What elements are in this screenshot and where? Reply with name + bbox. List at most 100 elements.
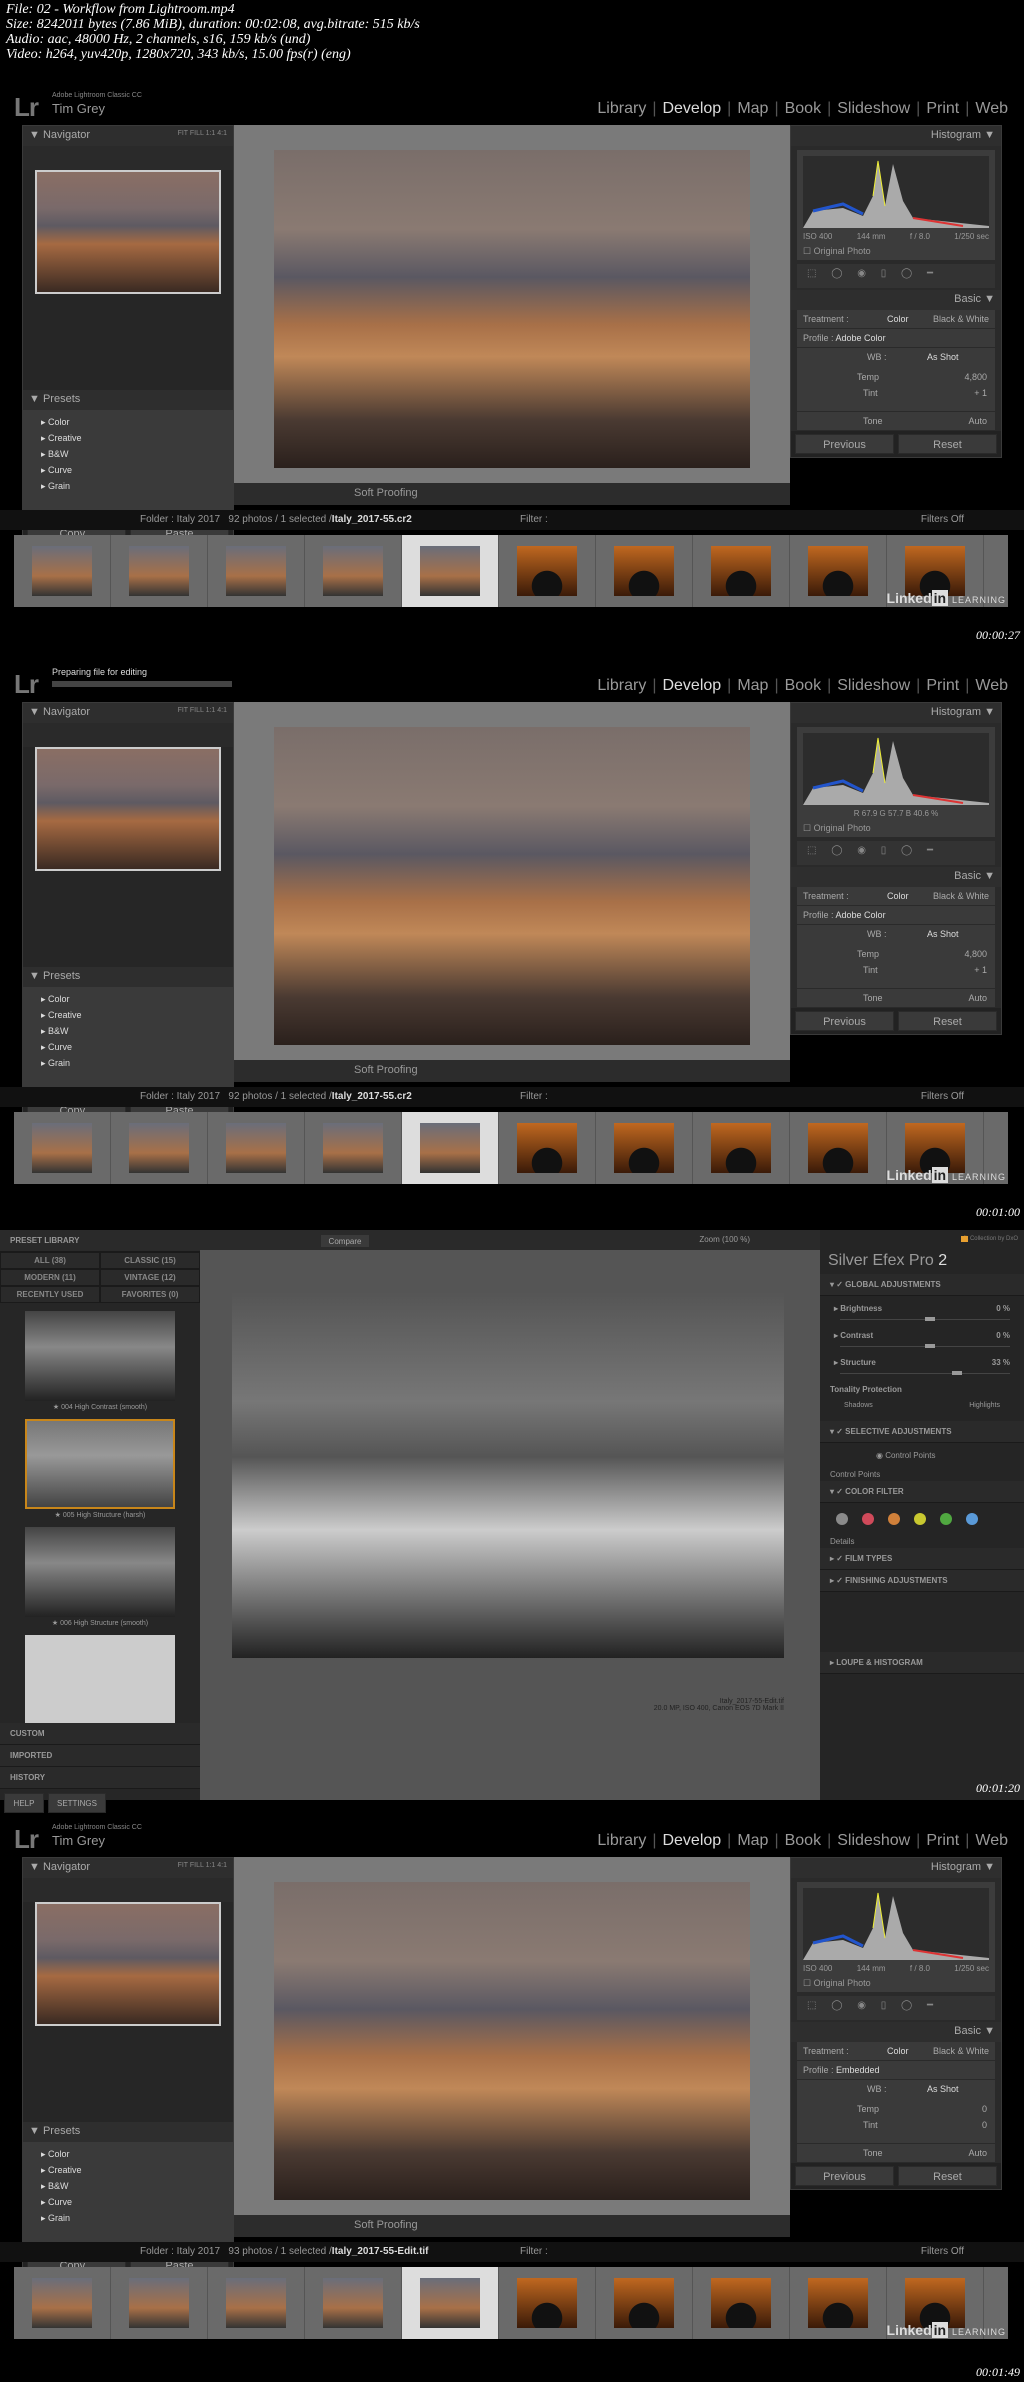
profile-select[interactable]: Embedded <box>836 2065 880 2075</box>
bw-treatment[interactable]: Black & White <box>933 891 989 901</box>
filmstrip-thumb[interactable] <box>14 1112 111 1184</box>
global-adjustments[interactable]: ▾ ✓ GLOBAL ADJUSTMENTS <box>820 1274 1024 1296</box>
settings-button[interactable]: SETTINGS <box>48 1793 106 1813</box>
navigator-thumb[interactable] <box>35 1902 221 2026</box>
preset-folder[interactable]: ▸ Color <box>41 2146 215 2162</box>
preset-tab[interactable]: RECENTLY USED <box>0 1286 100 1303</box>
selected-filename[interactable]: Italy_2017-55.cr2 <box>332 514 412 525</box>
filmstrip-thumb[interactable] <box>596 1112 693 1184</box>
color-treatment[interactable]: Color <box>887 891 909 901</box>
filters-select[interactable]: Filters Off <box>921 1091 964 1102</box>
slider-handle[interactable] <box>952 1371 963 1375</box>
wb-select[interactable]: As Shot <box>927 929 959 939</box>
compare-button[interactable]: Compare <box>320 1234 370 1248</box>
preset-folder[interactable]: ▸ Color <box>41 414 215 430</box>
preset-tab[interactable]: CLASSIC (15) <box>100 1252 200 1269</box>
preset-tab[interactable]: MODERN (11) <box>0 1269 100 1286</box>
temp-value[interactable]: 0 <box>982 2104 987 2114</box>
filters-select[interactable]: Filters Off <box>921 514 964 525</box>
soft-proofing-checkbox[interactable]: Soft Proofing <box>354 2219 418 2231</box>
filmstrip-thumb[interactable] <box>790 1112 887 1184</box>
module-map[interactable]: Map <box>731 1832 774 1850</box>
color-filter-swatch[interactable] <box>940 1513 952 1525</box>
module-web[interactable]: Web <box>969 677 1014 695</box>
filmstrip-thumb[interactable] <box>208 2267 305 2339</box>
custom-section[interactable]: CUSTOM <box>0 1723 200 1745</box>
color-treatment[interactable]: Color <box>887 2046 909 2056</box>
preset-folder[interactable]: ▸ Color <box>41 991 215 1007</box>
filmstrip-thumb[interactable] <box>305 1112 402 1184</box>
control-points-toggle[interactable]: Control Points <box>820 1468 1024 1481</box>
auto-button[interactable]: Auto <box>968 416 987 426</box>
histogram-header[interactable]: Histogram ▼ <box>791 126 1001 146</box>
filmstrip-thumb[interactable] <box>111 2267 208 2339</box>
filmstrip-thumb[interactable] <box>499 2267 596 2339</box>
temp-value[interactable]: 4,800 <box>964 949 987 959</box>
module-book[interactable]: Book <box>779 1832 827 1850</box>
tool-strip[interactable]: ⬚ ◯ ◉ ▯ ◯ ━ <box>797 1996 995 2020</box>
module-slideshow[interactable]: Slideshow <box>831 1832 916 1850</box>
filmstrip-thumb[interactable] <box>14 2267 111 2339</box>
color-treatment[interactable]: Color <box>887 314 909 324</box>
selected-filename[interactable]: Italy_2017-55.cr2 <box>332 1091 412 1102</box>
nav-zoom[interactable]: FIT FILL 1:1 4:1 <box>178 1862 227 1869</box>
control-points-button[interactable]: ◉ Control Points <box>820 1443 1024 1468</box>
preset-folder[interactable]: ▸ Creative <box>41 2162 215 2178</box>
history-section[interactable]: HISTORY <box>0 1767 200 1789</box>
presets-header[interactable]: ▼ Presets <box>23 2122 233 2142</box>
preset-folder[interactable]: ▸ Grain <box>41 2210 215 2226</box>
preset-folder[interactable]: ▸ Creative <box>41 1007 215 1023</box>
module-develop[interactable]: Develop <box>656 100 727 118</box>
color-filter[interactable]: ▾ ✓ COLOR FILTER <box>820 1481 1024 1503</box>
preset-folder[interactable]: ▸ Curve <box>41 462 215 478</box>
tint-value[interactable]: + 1 <box>974 388 987 398</box>
color-filter-swatch[interactable] <box>888 1513 900 1525</box>
loupe-histogram[interactable]: ▸ LOUPE & HISTOGRAM <box>820 1652 1024 1674</box>
preset-folder[interactable]: ▸ Curve <box>41 1039 215 1055</box>
zoom-control[interactable]: Zoom (100 %) <box>699 1235 750 1244</box>
reset-button[interactable]: Reset <box>898 2166 997 2186</box>
bw-treatment[interactable]: Black & White <box>933 314 989 324</box>
original-photo-toggle[interactable]: ☐ Original Photo <box>803 823 871 834</box>
filmstrip-thumb[interactable] <box>693 535 790 607</box>
preset-thumb-selected[interactable] <box>25 1419 175 1509</box>
preset-folder[interactable]: ▸ Curve <box>41 2194 215 2210</box>
filmstrip-thumb[interactable] <box>305 535 402 607</box>
filmstrip-thumb[interactable] <box>305 2267 402 2339</box>
filmstrip-thumb[interactable] <box>208 535 305 607</box>
details-toggle[interactable]: Details <box>820 1535 1024 1548</box>
color-filter-swatch[interactable] <box>862 1513 874 1525</box>
module-web[interactable]: Web <box>969 100 1014 118</box>
tint-value[interactable]: + 1 <box>974 965 987 975</box>
preset-folder[interactable]: ▸ Grain <box>41 478 215 494</box>
preset-tab[interactable]: ALL (38) <box>0 1252 100 1269</box>
filmstrip-thumb[interactable] <box>790 2267 887 2339</box>
original-photo-toggle[interactable]: ☐ Original Photo <box>803 1978 871 1989</box>
filmstrip-thumb[interactable] <box>402 1112 499 1184</box>
preset-folder[interactable]: ▸ B&W <box>41 1023 215 1039</box>
navigator-thumb[interactable] <box>35 170 221 294</box>
navigator-header[interactable]: ▼ Navigator FIT FILL 1:1 4:1 <box>23 703 233 723</box>
help-button[interactable]: HELP <box>4 1793 44 1813</box>
module-map[interactable]: Map <box>731 677 774 695</box>
basic-header[interactable]: Basic ▼ <box>791 290 1001 310</box>
filmstrip-thumb[interactable] <box>596 535 693 607</box>
navigator-thumb[interactable] <box>35 747 221 871</box>
tool-strip[interactable]: ⬚ ◯ ◉ ▯ ◯ ━ <box>797 264 995 288</box>
slider-contrast[interactable]: ▸ Contrast 0 % <box>820 1323 1024 1350</box>
selected-filename[interactable]: Italy_2017-55-Edit.tif <box>332 2246 429 2257</box>
folder-label[interactable]: Folder : Italy 2017 <box>140 1091 220 1102</box>
preset-thumb[interactable] <box>25 1527 175 1617</box>
slider-brightness[interactable]: ▸ Brightness 0 % <box>820 1296 1024 1323</box>
filmstrip-thumb[interactable] <box>208 1112 305 1184</box>
previous-button[interactable]: Previous <box>795 2166 894 2186</box>
imported-section[interactable]: IMPORTED <box>0 1745 200 1767</box>
module-book[interactable]: Book <box>779 677 827 695</box>
module-web[interactable]: Web <box>969 1832 1014 1850</box>
module-book[interactable]: Book <box>779 100 827 118</box>
module-library[interactable]: Library <box>591 100 652 118</box>
module-slideshow[interactable]: Slideshow <box>831 677 916 695</box>
preset-folder[interactable]: ▸ Creative <box>41 430 215 446</box>
navigator-header[interactable]: ▼ Navigator FIT FILL 1:1 4:1 <box>23 1858 233 1878</box>
auto-button[interactable]: Auto <box>968 2148 987 2158</box>
